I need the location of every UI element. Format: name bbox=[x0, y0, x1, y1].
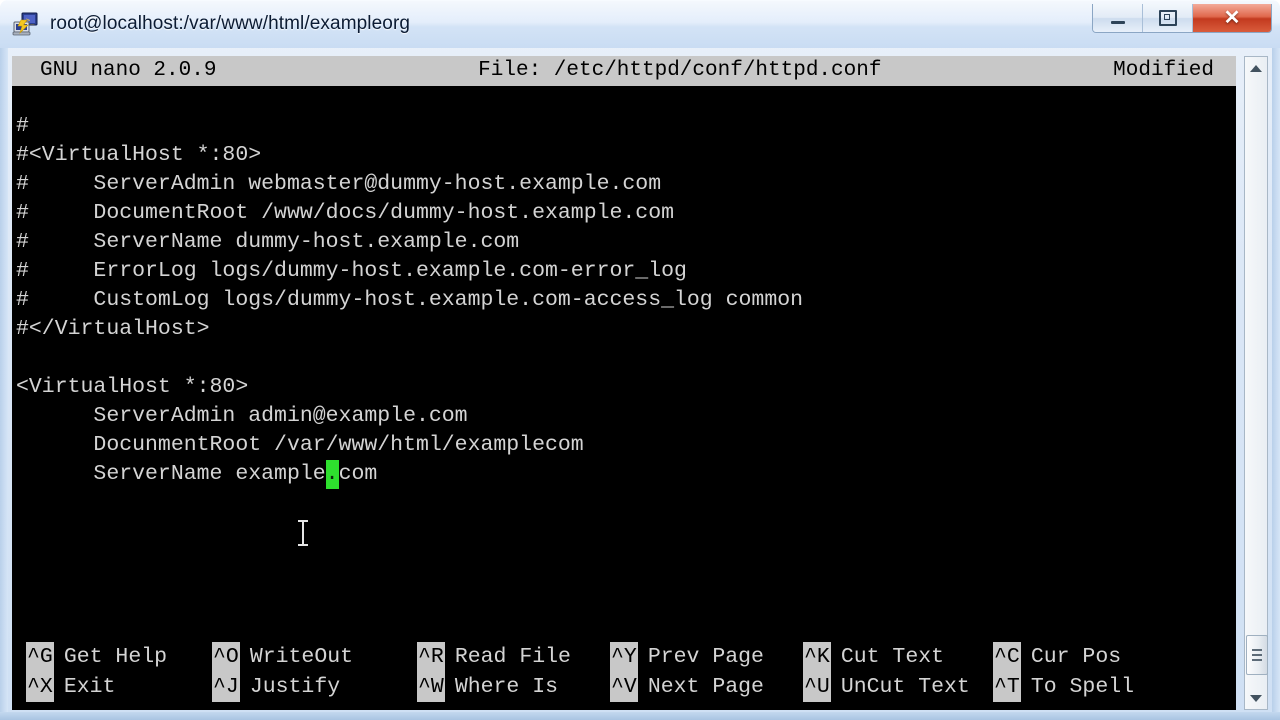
shortcut-where-is[interactable]: ^W Where Is bbox=[417, 672, 610, 702]
window-title: root@localhost:/var/www/html/exampleorg bbox=[50, 13, 411, 34]
shortcut-label: WriteOut bbox=[249, 645, 354, 669]
shortcut-key: ^X bbox=[26, 672, 54, 702]
shortcut-cut-text[interactable]: ^K Cut Text bbox=[803, 642, 993, 672]
nano-header-bar: GNU nano 2.0.9 File: /etc/httpd/conf/htt… bbox=[12, 56, 1236, 86]
shortcut-label: Get Help bbox=[63, 645, 168, 669]
shortcut-key: ^V bbox=[610, 672, 638, 702]
scroll-thumb-grip bbox=[1252, 654, 1262, 656]
shortcut-label: Where Is bbox=[454, 675, 559, 699]
shortcut-key: ^C bbox=[993, 642, 1021, 672]
i-beam-text-cursor bbox=[298, 520, 308, 546]
nano-version-label: GNU nano 2.0.9 bbox=[40, 59, 217, 82]
shortcut-prev-page[interactable]: ^Y Prev Page bbox=[610, 642, 803, 672]
shortcut-key: ^K bbox=[803, 642, 831, 672]
shortcut-exit[interactable]: ^X Exit bbox=[12, 672, 212, 702]
shortcut-key: ^O bbox=[212, 642, 240, 672]
cursor-line-before: ServerName example bbox=[16, 462, 326, 486]
window-titlebar[interactable]: >_ root@localhost:/var/www/html/exampleo… bbox=[0, 0, 1280, 48]
maximize-button[interactable] bbox=[1143, 4, 1193, 32]
shortcut-key: ^Y bbox=[610, 642, 638, 672]
shortcut-label: Prev Page bbox=[647, 645, 764, 669]
editor-line: ServerAdmin admin@example.com bbox=[16, 404, 468, 428]
editor-line: # CustomLog logs/dummy-host.example.com-… bbox=[16, 288, 804, 312]
shortcut-cur-pos[interactable]: ^C Cur Pos bbox=[993, 642, 1193, 672]
shortcut-label: To Spell bbox=[1030, 675, 1135, 699]
maximize-icon bbox=[1158, 10, 1177, 26]
editor-line-with-cursor: ServerName example.com bbox=[12, 460, 1236, 489]
close-button[interactable]: ✕ bbox=[1193, 4, 1271, 32]
minimize-button[interactable] bbox=[1093, 4, 1143, 32]
shortcut-label: Read File bbox=[454, 645, 571, 669]
shortcut-label: Justify bbox=[249, 675, 341, 699]
close-icon: ✕ bbox=[1223, 7, 1241, 29]
editor-line: #<VirtualHost *:80> bbox=[16, 143, 262, 167]
editor-text-area[interactable]: # #<VirtualHost *:80> # ServerAdmin webm… bbox=[12, 86, 1236, 634]
scroll-thumb-grip bbox=[1252, 659, 1262, 661]
shortcut-key: ^T bbox=[993, 672, 1021, 702]
scroll-thumb-grip bbox=[1252, 649, 1262, 651]
shortcut-key: ^U bbox=[803, 672, 831, 702]
shortcut-label: Cur Pos bbox=[1030, 645, 1122, 669]
text-cursor: . bbox=[325, 460, 339, 489]
window-border-left bbox=[0, 48, 8, 720]
nano-status-label: Modified bbox=[1113, 59, 1214, 82]
putty-terminal-icon: >_ bbox=[12, 12, 38, 36]
terminal-window: >_ root@localhost:/var/www/html/exampleo… bbox=[0, 0, 1280, 720]
window-border-bottom bbox=[0, 712, 1280, 720]
scroll-up-arrow-icon bbox=[1250, 64, 1262, 72]
shortcut-write-out[interactable]: ^O WriteOut bbox=[212, 642, 417, 672]
shortcut-get-help[interactable]: ^G Get Help bbox=[12, 642, 212, 672]
terminal-content[interactable]: GNU nano 2.0.9 File: /etc/httpd/conf/htt… bbox=[12, 56, 1236, 710]
shortcut-key: ^J bbox=[212, 672, 240, 702]
shortcut-key: ^G bbox=[26, 642, 54, 672]
minimize-icon bbox=[1110, 20, 1125, 24]
shortcut-label: UnCut Text bbox=[840, 675, 970, 699]
shortcut-row-2: ^X Exit ^J Justify ^W Where Is ^V Next Page … bbox=[12, 672, 1236, 702]
shortcut-label: Cut Text bbox=[840, 645, 945, 669]
shortcut-justify[interactable]: ^J Justify bbox=[212, 672, 417, 702]
shortcut-uncut-text[interactable]: ^U UnCut Text bbox=[803, 672, 993, 702]
editor-line: <VirtualHost *:80> bbox=[16, 375, 249, 399]
nano-file-label: File: /etc/httpd/conf/httpd.conf bbox=[478, 59, 882, 82]
vertical-scrollbar[interactable] bbox=[1244, 56, 1268, 710]
scroll-down-arrow-icon bbox=[1250, 694, 1262, 702]
shortcut-row-1: ^G Get Help ^O WriteOut ^R Read File ^Y Prev… bbox=[12, 642, 1236, 672]
shortcut-to-spell[interactable]: ^T To Spell bbox=[993, 672, 1193, 702]
editor-line: # bbox=[16, 114, 29, 138]
scroll-down-arrow[interactable] bbox=[1245, 687, 1267, 709]
editor-line: # ErrorLog logs/dummy-host.example.com-e… bbox=[16, 259, 687, 283]
scroll-up-arrow[interactable] bbox=[1245, 57, 1267, 79]
shortcut-label: Exit bbox=[63, 675, 116, 699]
shortcut-next-page[interactable]: ^V Next Page bbox=[610, 672, 803, 702]
window-border-right bbox=[1272, 48, 1280, 720]
shortcut-read-file[interactable]: ^R Read File bbox=[417, 642, 610, 672]
editor-line: DocunmentRoot /var/www/html/examplecom bbox=[16, 433, 584, 457]
scroll-thumb[interactable] bbox=[1246, 635, 1268, 675]
nano-shortcut-bar: ^G Get Help ^O WriteOut ^R Read File ^Y Prev… bbox=[12, 638, 1236, 710]
editor-line: # ServerAdmin webmaster@dummy-host.examp… bbox=[16, 172, 662, 196]
shortcut-key: ^R bbox=[417, 642, 445, 672]
editor-line: # DocumentRoot /www/docs/dummy-host.exam… bbox=[16, 201, 675, 225]
shortcut-key: ^W bbox=[417, 672, 445, 702]
cursor-line-after: com bbox=[338, 462, 378, 486]
window-controls: ✕ bbox=[1092, 4, 1272, 33]
shortcut-label: Next Page bbox=[647, 675, 764, 699]
editor-line: # ServerName dummy-host.example.com bbox=[16, 230, 520, 254]
editor-line: #</VirtualHost> bbox=[16, 317, 210, 341]
